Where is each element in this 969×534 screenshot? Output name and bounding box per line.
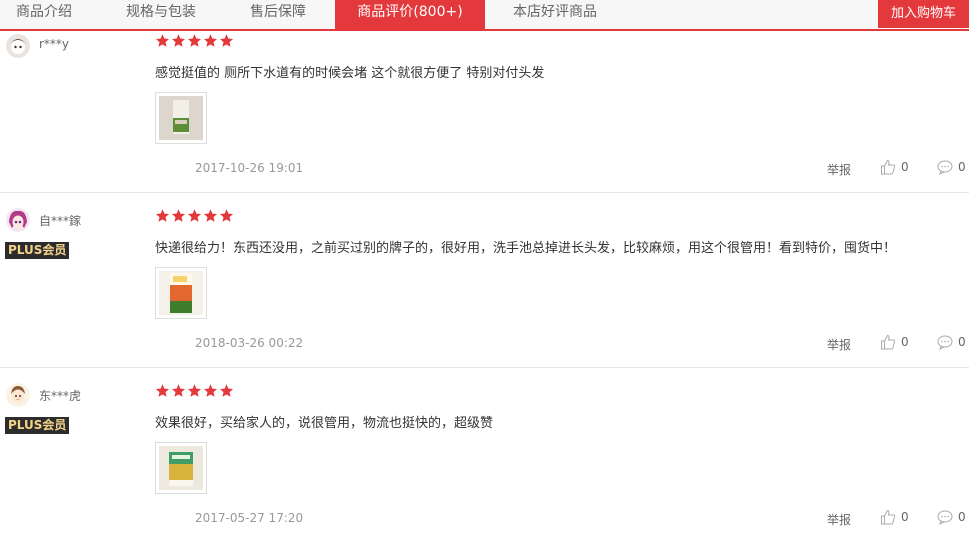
star-icon (155, 209, 170, 222)
username: 自***鎵 (39, 214, 82, 228)
reply-count: 0 (958, 160, 966, 174)
review-text: 快递很给力！东西还没用，之前买过别的牌子的，很好用，洗手池总掉进长头发，比较麻烦… (155, 241, 897, 256)
star-icon (171, 34, 186, 47)
star-icon (171, 209, 186, 222)
star-icon (155, 34, 170, 47)
star-rating (155, 208, 234, 224)
product-photo-icon (159, 271, 203, 315)
comment-bubble-icon (937, 335, 953, 350)
star-rating (155, 33, 234, 49)
username: r***y (39, 37, 70, 51)
star-icon (219, 34, 234, 47)
star-rating (155, 383, 234, 399)
thumbs-up-icon (881, 334, 896, 350)
reply-button[interactable]: 0 (937, 509, 966, 525)
add-to-cart-button[interactable]: 加入购物车 (878, 0, 969, 28)
plus-member-badge: PLUS会员 (5, 242, 70, 259)
user-avatar (6, 383, 30, 407)
review-divider (0, 367, 969, 368)
user-avatar (6, 34, 30, 58)
review-photo[interactable] (155, 442, 207, 494)
tab-shop-top-rated[interactable]: 本店好评商品 (500, 0, 610, 29)
reply-button[interactable]: 0 (937, 334, 966, 350)
username: 东***虎 (39, 389, 82, 403)
review-divider (0, 192, 969, 193)
review-text: 感觉挺值的 厕所下水道有的时候会堵 这个就很方便了 特别对付头发 (155, 66, 545, 81)
star-icon (203, 209, 218, 222)
star-icon (187, 34, 202, 47)
tab-specs-packaging[interactable]: 规格与包装 (112, 0, 210, 29)
thumbs-up-icon (881, 509, 896, 525)
review-date: 2017-05-27 17:20 (195, 511, 304, 525)
product-photo-icon (159, 446, 203, 490)
reply-count: 0 (958, 335, 966, 349)
star-icon (171, 384, 186, 397)
tab-product-reviews[interactable]: 商品评价(800+) (335, 0, 485, 29)
report-link[interactable]: 举报 (827, 336, 851, 353)
report-link[interactable]: 举报 (827, 511, 851, 528)
review-photo[interactable] (155, 92, 207, 144)
tab-bar: 商品介绍 规格与包装 售后保障 商品评价(800+) 本店好评商品 加入购物车 (0, 0, 969, 31)
like-button[interactable]: 0 (880, 159, 909, 175)
reply-count: 0 (958, 510, 966, 524)
review-text: 效果很好，买给家人的，说很管用，物流也挺快的，超级赞 (155, 416, 494, 431)
comment-bubble-icon (937, 160, 953, 175)
review-date: 2017-10-26 19:01 (195, 161, 304, 175)
like-count: 0 (901, 335, 909, 349)
thumbs-up-icon (881, 159, 896, 175)
star-icon (219, 384, 234, 397)
report-link[interactable]: 举报 (827, 161, 851, 178)
star-icon (203, 34, 218, 47)
star-icon (155, 384, 170, 397)
star-icon (203, 384, 218, 397)
like-count: 0 (901, 160, 909, 174)
comment-bubble-icon (937, 510, 953, 525)
review-date: 2018-03-26 00:22 (195, 336, 304, 350)
star-icon (219, 209, 234, 222)
user-avatar (6, 208, 30, 232)
star-icon (187, 384, 202, 397)
like-button[interactable]: 0 (880, 334, 909, 350)
like-button[interactable]: 0 (880, 509, 909, 525)
review-photo[interactable] (155, 267, 207, 319)
tab-product-intro[interactable]: 商品介绍 (0, 0, 88, 29)
star-icon (187, 209, 202, 222)
product-photo-icon (159, 96, 203, 140)
plus-member-badge: PLUS会员 (5, 417, 70, 434)
like-count: 0 (901, 510, 909, 524)
reply-button[interactable]: 0 (937, 159, 966, 175)
tab-after-sales[interactable]: 售后保障 (235, 0, 321, 29)
